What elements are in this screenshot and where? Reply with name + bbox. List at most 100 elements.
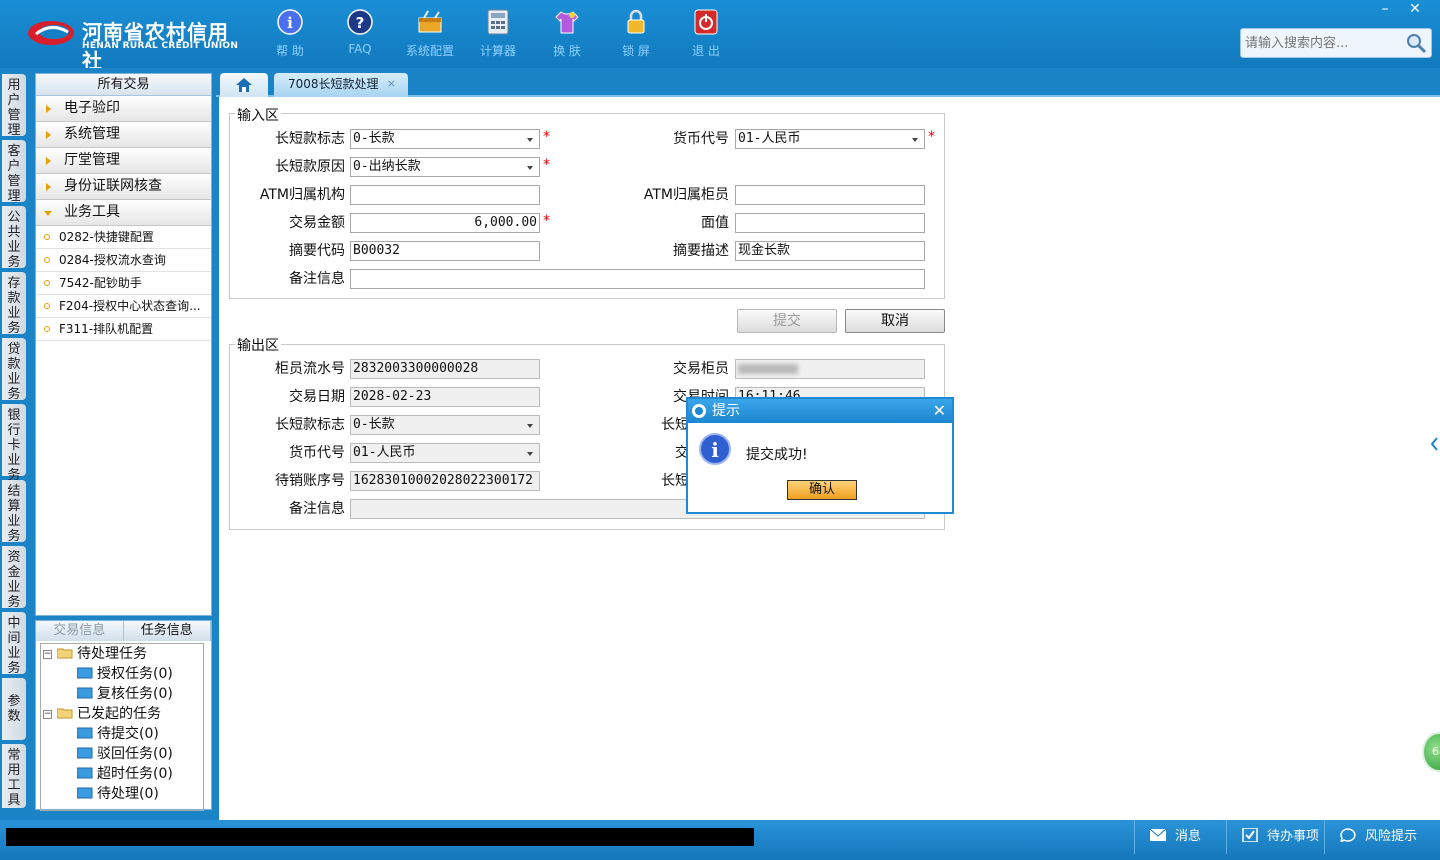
messages-button[interactable]: 消息 — [1134, 820, 1226, 854]
flag-select[interactable]: 0-长款 — [350, 129, 540, 149]
checkbox-icon — [1242, 828, 1258, 842]
side-tab-customer-management[interactable]: 客户管理 — [2, 140, 26, 204]
folder-icon — [77, 787, 93, 799]
amount-input[interactable]: 6,000.00 — [350, 213, 540, 233]
risk-alert-button[interactable]: 风险提示 — [1324, 820, 1440, 854]
menu-group-electronic-seal[interactable]: 电子验印 — [36, 96, 211, 122]
chat-bubble-icon — [1340, 828, 1356, 842]
submit-button[interactable]: 提交 — [737, 309, 837, 333]
menu-group-label: 身份证联网核查 — [64, 178, 162, 194]
info-icon: i — [277, 9, 303, 35]
side-tab-user-management[interactable]: 用户管理 — [2, 74, 26, 138]
tree-node-pending-process[interactable]: 待处理(0) — [77, 784, 159, 804]
skin-label: 换 肤 — [553, 44, 581, 58]
serial-field: 2832003300000028 — [350, 359, 540, 379]
dialog-close-button[interactable]: ✕ — [933, 399, 946, 423]
output-currency-select: 01-人民币 — [350, 443, 540, 463]
label-remark: 备注信息 — [289, 271, 345, 287]
tree-node-review-tasks[interactable]: 复核任务(0) — [77, 684, 173, 704]
menu-item-f311[interactable]: F311-排队机配置 — [36, 318, 211, 341]
label-atm-teller: ATM归属柜员 — [643, 187, 729, 203]
input-area-title: 输入区 — [235, 105, 281, 125]
side-tab-common-tools[interactable]: 常用工具 — [2, 744, 26, 808]
tab-home[interactable] — [220, 73, 268, 97]
bullet-icon — [44, 234, 50, 240]
folder-open-icon — [57, 648, 73, 659]
tree-node-pending-tasks[interactable]: 待处理任务 — [57, 644, 147, 664]
tree-node-initiated-tasks[interactable]: 已发起的任务 — [57, 704, 161, 724]
skin-button[interactable]: 换 肤 — [537, 8, 597, 62]
todo-label: 待办事项 — [1267, 829, 1320, 844]
folder-open-icon — [57, 708, 73, 719]
menu-item-7542[interactable]: 7542-配钞助手 — [36, 272, 211, 295]
side-tab-parameters[interactable]: 参数 — [2, 678, 26, 740]
menu-item-f204[interactable]: F204-授权中心状态查询... — [36, 295, 211, 318]
rural-credit-emblem-icon — [28, 21, 74, 45]
menu-item-label: 0282-快捷键配置 — [59, 230, 154, 244]
tab-transaction-info[interactable]: 交易信息 — [36, 621, 124, 641]
tree-collapse-toggle[interactable]: − — [43, 650, 52, 659]
dialog-ok-button[interactable]: 确认 — [787, 480, 857, 500]
bullet-icon — [44, 326, 50, 332]
side-tab-intermediary-business[interactable]: 中间业务 — [2, 612, 26, 676]
tab-task-info[interactable]: 任务信息 — [123, 621, 211, 641]
lock-screen-button[interactable]: 锁 屏 — [606, 8, 666, 62]
help-label: 帮 助 — [276, 44, 304, 58]
face-value-input[interactable] — [735, 213, 925, 233]
menu-group-business-tools[interactable]: 业务工具 — [36, 200, 211, 226]
menu-item-label: 0284-授权流水查询 — [59, 253, 166, 267]
status-message-area — [6, 828, 754, 846]
tree-collapse-toggle[interactable]: − — [43, 710, 52, 719]
label-reason: 长短款原因 — [275, 159, 345, 175]
menu-group-id-verification[interactable]: 身份证联网核查 — [36, 174, 211, 200]
side-tab-public-business[interactable]: 公共业务 — [2, 206, 26, 270]
tree-node-rejected[interactable]: 驳回任务(0) — [77, 744, 173, 764]
search-input[interactable] — [1243, 32, 1403, 54]
tree-node-label: 授权任务(0) — [97, 666, 173, 682]
menu-group-system-management[interactable]: 系统管理 — [36, 122, 211, 148]
label-summary-code: 摘要代码 — [289, 243, 345, 259]
menu-item-0282[interactable]: 0282-快捷键配置 — [36, 226, 211, 249]
cancel-button[interactable]: 取消 — [845, 309, 945, 333]
label-atm-org: ATM归属机构 — [259, 187, 345, 203]
side-tab-deposit-business[interactable]: 存款业务 — [2, 272, 26, 336]
todo-button[interactable]: 待办事项 — [1226, 820, 1324, 854]
menu-item-0284[interactable]: 0284-授权流水查询 — [36, 249, 211, 272]
minimize-button[interactable]: – — [1370, 0, 1400, 18]
tree-node-auth-tasks[interactable]: 授权任务(0) — [77, 664, 173, 684]
side-tab-loan-business[interactable]: 贷款业务 — [2, 338, 26, 402]
faq-button[interactable]: ? FAQ — [330, 8, 390, 62]
system-config-label: 系统配置 — [405, 44, 454, 58]
lock-screen-label: 锁 屏 — [622, 44, 650, 58]
reason-select[interactable]: 0-出纳长款 — [350, 157, 540, 177]
tree-node-timeout[interactable]: 超时任务(0) — [77, 764, 173, 784]
side-tab-fund-business[interactable]: 资金业务 — [2, 546, 26, 610]
dropdown-arrow-icon — [527, 452, 533, 456]
side-tab-bank-card-business[interactable]: 银行卡业务 — [2, 404, 26, 483]
system-config-button[interactable]: 系统配置 — [400, 8, 460, 62]
calculator-button[interactable]: 计算器 — [468, 8, 528, 62]
summary-code-input[interactable]: B00032 — [350, 241, 540, 261]
menu-group-hall-management[interactable]: 厅堂管理 — [36, 148, 211, 174]
atm-org-input[interactable] — [350, 185, 540, 205]
help-button[interactable]: i 帮 助 — [260, 8, 320, 62]
remark-input[interactable] — [350, 269, 925, 289]
summary-desc-input[interactable]: 现金长款 — [735, 241, 925, 261]
label-summary-desc: 摘要描述 — [673, 243, 729, 259]
side-tab-settlement-business[interactable]: 结算业务 — [2, 480, 26, 544]
search-icon[interactable] — [1405, 32, 1427, 54]
menu-item-label: 7542-配钞助手 — [59, 276, 142, 290]
close-window-button[interactable]: ✕ — [1400, 0, 1430, 18]
expand-arrow-icon — [46, 131, 51, 139]
tab-close-icon[interactable]: × — [387, 73, 396, 95]
tree-node-label: 超时任务(0) — [97, 766, 173, 782]
collapse-right-panel-icon[interactable] — [1428, 420, 1440, 468]
tree-node-to-submit[interactable]: 待提交(0) — [77, 724, 159, 744]
tab-7008-long-short[interactable]: 7008长短款处理 × — [274, 73, 408, 97]
exit-button[interactable]: 退 出 — [676, 8, 736, 62]
currency-select[interactable]: 01-人民币 — [735, 129, 925, 149]
tree-node-label: 已发起的任务 — [77, 706, 161, 722]
atm-teller-input[interactable] — [735, 185, 925, 205]
dialog-app-icon — [692, 404, 706, 418]
task-panel: 交易信息 任务信息 − 待处理任务 授权任务(0) 复核任务(0) − 已发起的… — [35, 620, 212, 811]
